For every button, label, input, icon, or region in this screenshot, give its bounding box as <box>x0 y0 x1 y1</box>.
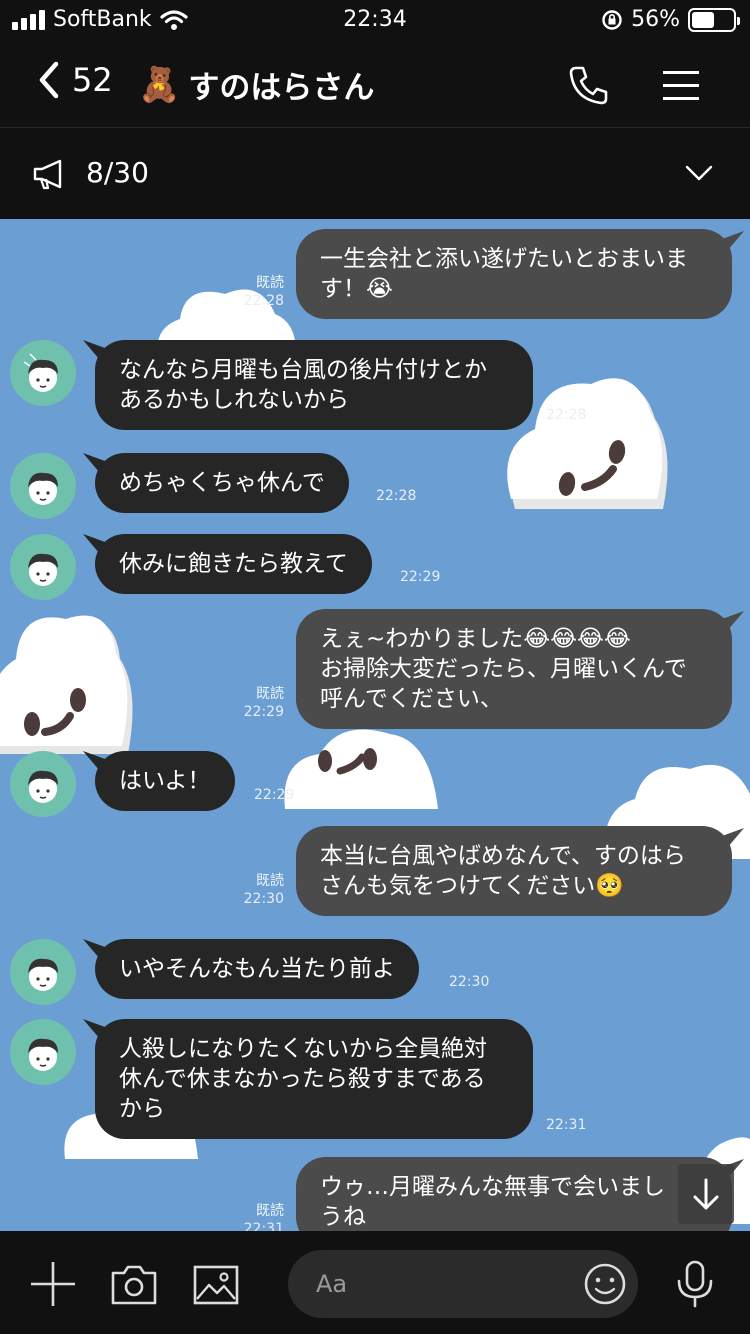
their-message-bubble[interactable]: なんなら月曜も台風の後片付けとか あるかもしれないから <box>95 340 533 430</box>
message-input-placeholder: Aa <box>316 1270 348 1298</box>
their-message-bubble[interactable]: はいよ！ <box>95 751 235 811</box>
message-text: 一生会社と添い遂げたいとおまいます！😭 <box>320 246 688 302</box>
message-time: 22:30 <box>449 974 490 990</box>
message-time: 22:29 <box>254 787 295 803</box>
read-receipt: 既読 <box>256 275 284 291</box>
emoji-icon[interactable] <box>582 1261 628 1307</box>
message-time: 22:28 <box>376 488 417 504</box>
message-time: 22:28 <box>243 293 284 309</box>
composer-bar: Aa <box>0 1231 750 1334</box>
avatar-illustration-icon <box>28 1038 58 1071</box>
avatar[interactable] <box>10 939 76 1005</box>
message-time: 22:31 <box>546 1117 587 1133</box>
chevron-left-icon <box>39 61 59 99</box>
chat-title: 🧸 すのはらさん <box>138 62 374 107</box>
their-message-bubble[interactable]: めちゃくちゃ休んで <box>95 453 349 513</box>
my-message-bubble[interactable]: えぇ~わかりました😂😂😂😂 お掃除大変だったら、月曜いくんで 呼んでください、 <box>296 609 732 729</box>
avatar[interactable] <box>10 751 76 817</box>
avatar[interactable] <box>10 453 76 519</box>
chat-area[interactable]: 一生会社と添い遂げたいとおまいます！😭 既読 22:28 なんなら月曜も台風の後… <box>0 219 750 1231</box>
message-time: 22:31 <box>243 1221 284 1231</box>
image-icon[interactable] <box>191 1259 241 1309</box>
scroll-to-bottom-button[interactable] <box>678 1164 734 1224</box>
arrow-down-icon <box>693 1178 719 1210</box>
message-text: いやそんなもん当たり前よ <box>119 956 395 982</box>
avatar-illustration-icon <box>28 553 58 586</box>
status-right: 56% <box>601 7 740 32</box>
avatar[interactable] <box>10 340 76 406</box>
avatar-illustration-icon <box>28 770 58 803</box>
message-meta: 既読 22:31 <box>232 1202 284 1231</box>
message-time: 22:28 <box>546 407 587 423</box>
megaphone-icon <box>33 159 62 190</box>
status-bar: SoftBank 22:34 56% <box>0 0 750 40</box>
chevron-down-icon[interactable] <box>684 158 714 188</box>
message-text: 本当に台風やばめなんで、すのはら さんも気をつけてください🥺 <box>320 843 686 899</box>
message-text: 休みに飽きたら教えて <box>119 551 348 577</box>
read-receipt: 既読 <box>256 686 284 702</box>
message-text: 人殺しになりたくないから全員絶対 休んで休まなかったら殺すまである から <box>119 1036 487 1122</box>
avatar-illustration-icon <box>28 958 58 991</box>
message-text: ウゥ…月曜みんな無事で会いまし うね <box>320 1174 665 1230</box>
message-text: めちゃくちゃ休んで <box>119 470 325 496</box>
chat-header: 52 🧸 すのはらさん <box>0 40 750 128</box>
message-time: 22:29 <box>243 704 284 720</box>
my-message-bubble[interactable]: 一生会社と添い遂げたいとおまいます！😭 <box>296 229 732 319</box>
my-message-bubble[interactable]: ウゥ…月曜みんな無事で会いまし うね <box>296 1157 732 1231</box>
message-time: 22:30 <box>243 891 284 907</box>
message-meta: 既読 22:30 <box>232 872 284 908</box>
plus-icon[interactable] <box>28 1259 78 1309</box>
message-text: えぇ~わかりました😂😂😂😂 お掃除大変だったら、月曜いくんで 呼んでください、 <box>320 626 687 712</box>
avatar-illustration-icon <box>23 353 58 392</box>
back-button[interactable]: 52 <box>36 60 113 100</box>
teddy-bear-emoji: 🧸 <box>138 64 181 105</box>
cloud-face-icon <box>0 615 133 754</box>
announcement-bar[interactable]: 8/30 <box>0 128 750 219</box>
avatar-illustration-icon <box>28 472 58 505</box>
contact-name: すのはらさん <box>188 70 375 106</box>
message-text: なんなら月曜も台風の後片付けとか あるかもしれないから <box>119 357 487 413</box>
avatar[interactable] <box>10 534 76 600</box>
message-meta: 既読 22:28 <box>232 274 284 310</box>
read-receipt: 既読 <box>256 1203 284 1219</box>
their-message-bubble[interactable]: 休みに飽きたら教えて <box>95 534 372 594</box>
cloud-face-icon <box>284 729 438 809</box>
read-receipt: 既読 <box>256 873 284 889</box>
hamburger-menu-icon[interactable] <box>660 62 706 108</box>
microphone-icon[interactable] <box>670 1259 720 1309</box>
battery-icon <box>688 7 740 32</box>
message-meta: 既読 22:29 <box>232 685 284 721</box>
phone-icon[interactable] <box>566 62 612 108</box>
battery-fill <box>692 11 715 28</box>
my-message-bubble[interactable]: 本当に台風やばめなんで、すのはら さんも気をつけてください🥺 <box>296 826 732 916</box>
unread-count: 52 <box>72 61 113 99</box>
avatar[interactable] <box>10 1019 76 1085</box>
camera-icon[interactable] <box>109 1259 159 1309</box>
battery-percent: 56% <box>631 7 680 32</box>
message-input[interactable]: Aa <box>288 1250 638 1318</box>
announcement-count: 8/30 <box>86 156 149 189</box>
message-text: はいよ！ <box>119 768 211 794</box>
their-message-bubble[interactable]: 人殺しになりたくないから全員絶対 休んで休まなかったら殺すまである から <box>95 1019 533 1139</box>
orientation-lock-icon <box>602 9 622 30</box>
their-message-bubble[interactable]: いやそんなもん当たり前よ <box>95 939 419 999</box>
message-time: 22:29 <box>400 569 441 585</box>
